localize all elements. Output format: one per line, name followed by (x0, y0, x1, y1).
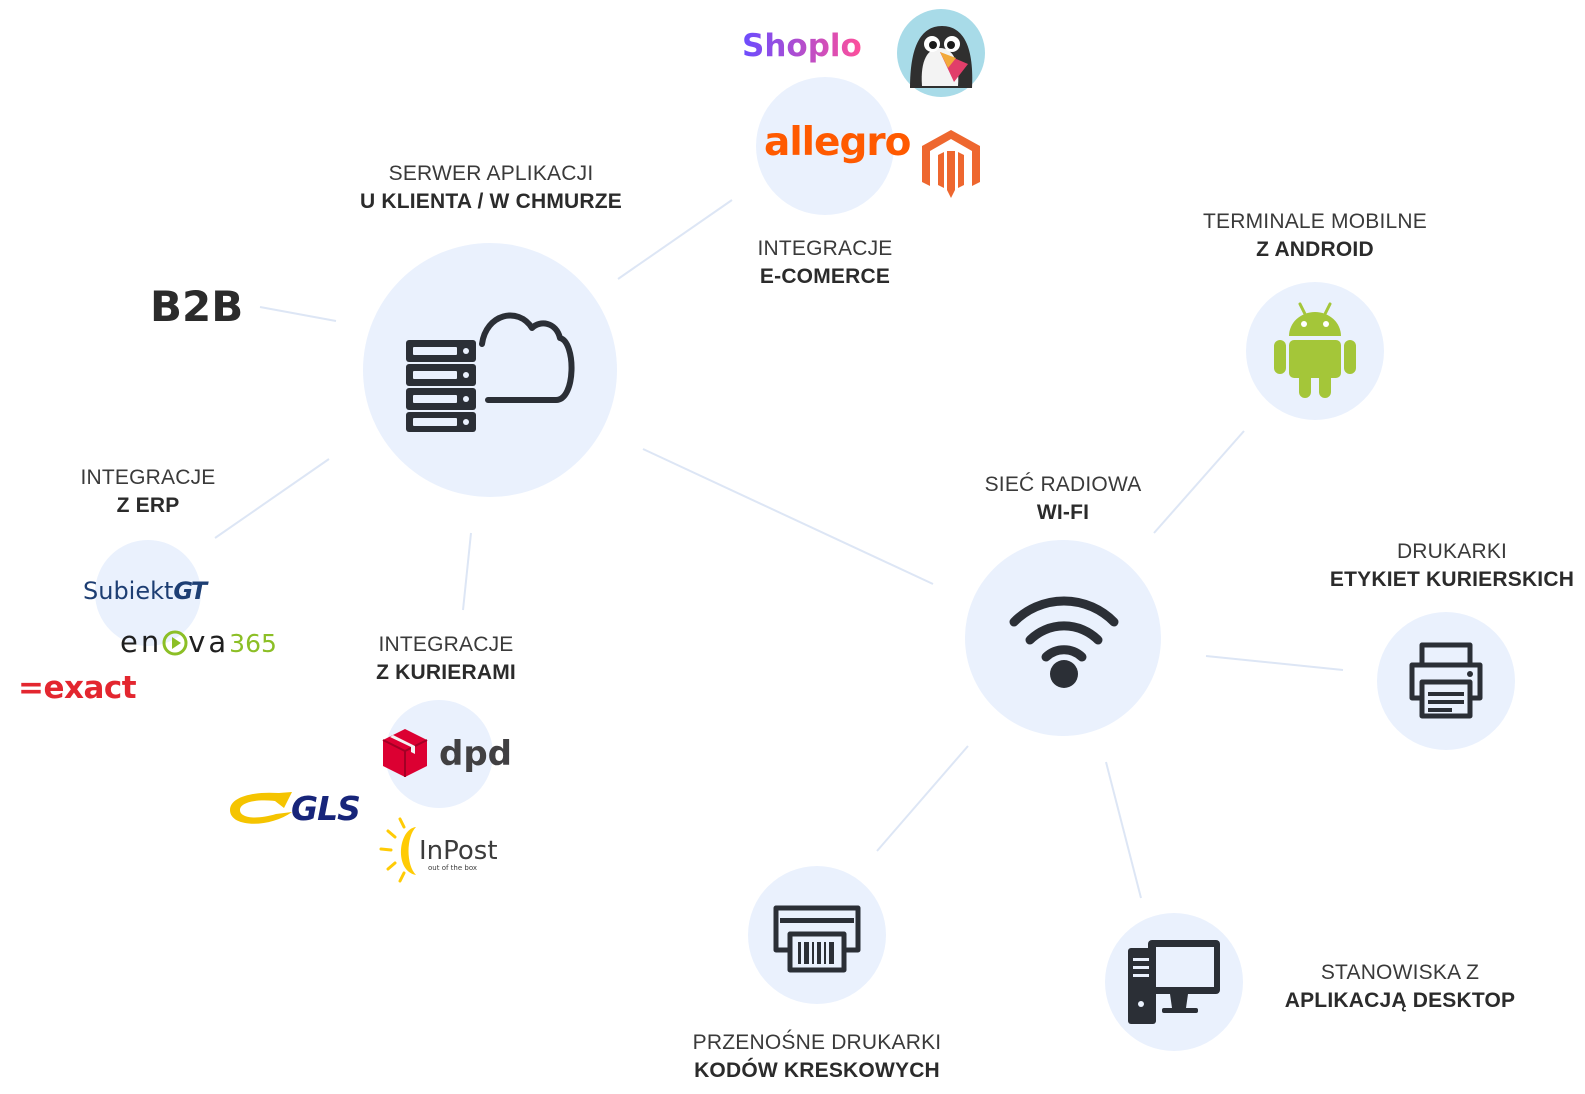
inpost-logo: InPost (419, 836, 498, 866)
gls-logo: GLS (291, 789, 361, 828)
label-printers-label: DRUKARKI ETYKIET KURIERSKICH (1322, 538, 1582, 594)
enova-mid-text: va (188, 625, 230, 659)
label-printers-label-line2: ETYKIET KURIERSKICH (1329, 568, 1575, 591)
wifi-label: SIEĆ RADIOWA WI-FI (943, 471, 1183, 527)
barcode-printers-label-line1: PRZENOŚNE DRUKARKI (692, 1031, 942, 1054)
desktop-label-line2: APLIKACJĄ DESKTOP (1284, 989, 1516, 1012)
desktop-computer-icon (1128, 940, 1220, 1024)
ecommerce-label-line2: E-COMERCE (759, 265, 891, 288)
enova365-logo: en va365 (120, 625, 277, 659)
couriers-label: INTEGRACJE Z KURIERAMI (346, 631, 546, 687)
prestashop-puffin-icon (897, 9, 985, 97)
couriers-label-line2: Z KURIERAMI (376, 661, 516, 684)
connector-wifi-printer (1205, 655, 1344, 671)
subiekt-suffix: GT (173, 577, 207, 605)
desktop-label-line1: STANOWISKA Z (1320, 961, 1480, 984)
ecommerce-label: INTEGRACJE E-COMERCE (725, 235, 925, 291)
connector-server-wifi (642, 448, 934, 585)
server-cloud-icon (406, 312, 575, 432)
android-icon (1274, 302, 1356, 398)
barcode-printers-label-line2: KODÓW KRESKOWYCH (694, 1059, 940, 1082)
android-label-line2: Z ANDROID (1256, 238, 1374, 261)
enova-play-icon (162, 630, 188, 656)
server-label-line2: U KLIENTA / W CHMURZE (359, 190, 622, 213)
erp-label: INTEGRACJE Z ERP (58, 464, 238, 520)
label-printers-label-line1: DRUKARKI (1396, 540, 1508, 563)
connector-couriers-server (462, 532, 472, 611)
ecommerce-label-line1: INTEGRACJE (757, 237, 893, 260)
wifi-label-line2: WI-FI (1036, 501, 1090, 524)
desktop-label: STANOWISKA Z APLIKACJĄ DESKTOP (1270, 959, 1530, 1015)
gls-swoosh-icon (230, 792, 292, 824)
server-label: SERWER APLIKACJI U KLIENTA / W CHMURZE (331, 160, 651, 216)
barcode-printer-icon (773, 905, 861, 973)
enova-number: 365 (229, 629, 277, 658)
erp-label-line1: INTEGRACJE (80, 466, 216, 489)
inpost-sun-icon (379, 817, 416, 883)
allegro-logo: allegro (764, 120, 911, 165)
couriers-label-line1: INTEGRACJE (378, 633, 514, 656)
integration-diagram: Shoplo allegro B2B SubiektGT en va365 =ex… (0, 0, 1585, 1094)
erp-label-line2: Z ERP (116, 494, 180, 517)
enova-text: en (120, 625, 163, 659)
subiekt-gt-logo: SubiektGT (83, 577, 207, 605)
dpd-logo: dpd (439, 734, 513, 774)
subiekt-text: Subiekt (83, 577, 174, 605)
server-label-line1: SERWER APLIKACJI (388, 162, 594, 185)
barcode-printers-label: PRZENOŚNE DRUKARKI KODÓW KRESKOWYCH (667, 1029, 967, 1085)
connector-wifi-desktop (1105, 761, 1142, 899)
exact-logo: =exact (18, 670, 137, 706)
android-label-line1: TERMINALE MOBILNE (1203, 210, 1427, 233)
android-label: TERMINALE MOBILNE Z ANDROID (1175, 208, 1455, 264)
shoplo-logo: Shoplo (742, 28, 862, 64)
magento-icon (922, 130, 980, 198)
inpost-tagline: out of the box (428, 864, 478, 872)
printer-icon (1409, 642, 1483, 719)
wifi-icon (1009, 596, 1119, 688)
connector-wifi-barcode (876, 745, 969, 852)
connector-b2b-server (259, 306, 337, 322)
b2b-label: B2B (150, 282, 244, 331)
wifi-label-line1: SIEĆ RADIOWA (984, 473, 1142, 496)
dpd-cube-icon (382, 729, 428, 777)
